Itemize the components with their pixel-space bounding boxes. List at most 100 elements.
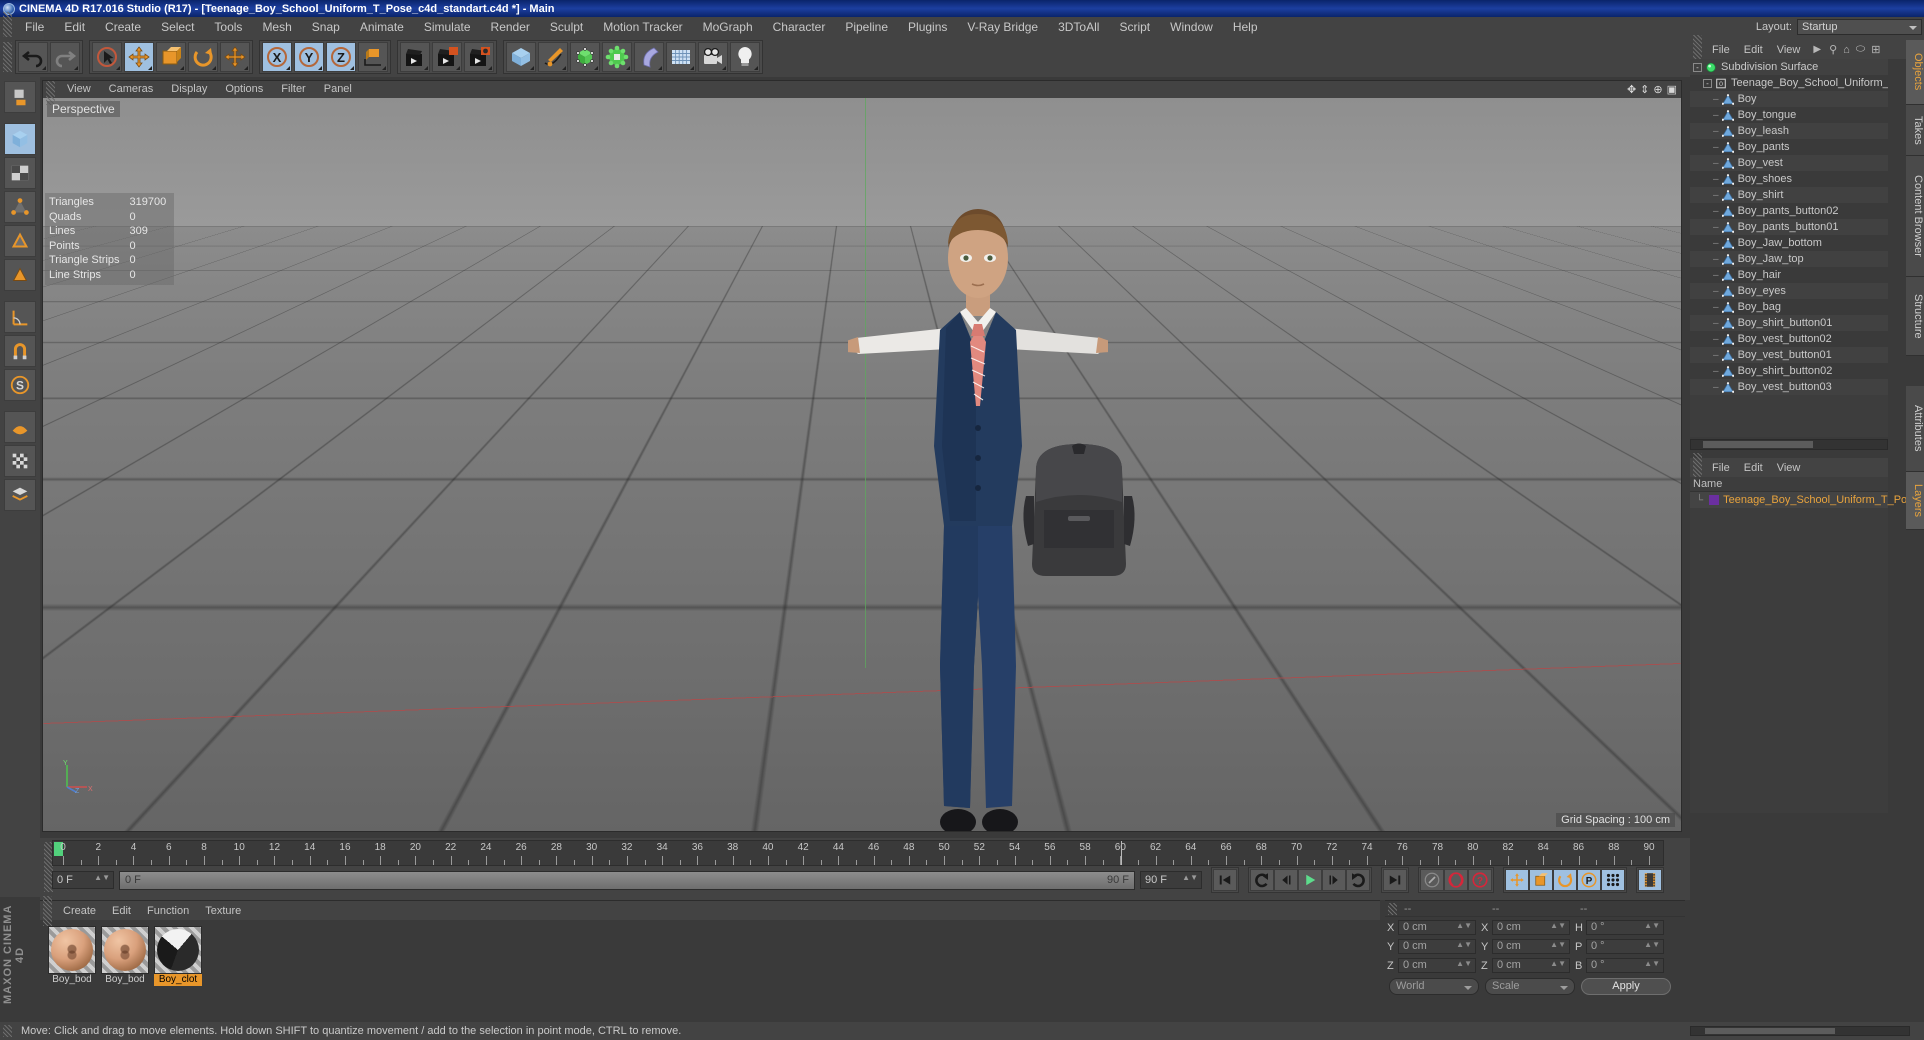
layer-manager-menu-view[interactable]: View bbox=[1770, 462, 1808, 474]
layer-row[interactable]: └ Teenage_Boy_School_Uniform_T_Po bbox=[1690, 492, 1907, 508]
object-row[interactable]: – Boy_shirt_button02 bbox=[1690, 363, 1888, 379]
menu-item-create[interactable]: Create bbox=[95, 17, 151, 37]
menu-item-plugins[interactable]: Plugins bbox=[898, 17, 957, 37]
viewport-menu-display[interactable]: Display bbox=[162, 81, 216, 98]
polygon-object-icon[interactable] bbox=[1721, 125, 1734, 137]
layer-list-empty-area[interactable] bbox=[1690, 508, 1888, 813]
layer-color-swatch[interactable] bbox=[1709, 495, 1720, 505]
render-settings-button[interactable] bbox=[464, 42, 494, 72]
stepper-icon[interactable]: ▲▼ bbox=[1550, 960, 1566, 968]
menu-item-mesh[interactable]: Mesh bbox=[252, 17, 301, 37]
dropdown-corner-icon[interactable] bbox=[562, 66, 566, 70]
live-selection-button[interactable] bbox=[92, 42, 122, 72]
add-layer-icon[interactable]: ⊞ bbox=[1865, 43, 1880, 56]
material-preview[interactable] bbox=[154, 926, 202, 974]
ellipse-icon[interactable]: ⬭ bbox=[1850, 43, 1865, 56]
home-icon[interactable]: ⌂ bbox=[1837, 44, 1850, 56]
size-field[interactable]: 0 cm ▲▼ bbox=[1492, 958, 1570, 973]
world-object-coordinates-button[interactable] bbox=[358, 42, 388, 72]
add-floor-button[interactable] bbox=[666, 42, 696, 72]
menu-item-window[interactable]: Window bbox=[1160, 17, 1223, 37]
zoom-panel-icon[interactable]: ⊕ bbox=[1653, 83, 1662, 96]
go-to-end-button[interactable] bbox=[1383, 869, 1407, 891]
step-back-button[interactable] bbox=[1274, 869, 1298, 891]
apply-button[interactable]: Apply bbox=[1581, 978, 1671, 995]
object-row[interactable]: – Boy_hair bbox=[1690, 267, 1888, 283]
dropdown-corner-icon[interactable] bbox=[180, 66, 184, 70]
object-row[interactable]: – Boy bbox=[1690, 91, 1888, 107]
dropdown-corner-icon[interactable] bbox=[116, 66, 120, 70]
size-field[interactable]: 0 cm ▲▼ bbox=[1492, 920, 1570, 935]
material-label[interactable]: Boy_clot bbox=[154, 974, 202, 986]
object-row[interactable]: – Boy_Jaw_top bbox=[1690, 251, 1888, 267]
viewport-menu-filter[interactable]: Filter bbox=[272, 81, 314, 98]
add-deformer-button[interactable] bbox=[602, 42, 632, 72]
stepper-icon[interactable]: ▲▼ bbox=[1456, 922, 1472, 930]
polygon-object-icon[interactable] bbox=[1721, 365, 1734, 377]
coordinate-system-select[interactable]: World bbox=[1389, 978, 1479, 995]
null-object-icon[interactable]: 0 bbox=[1715, 78, 1727, 89]
dropdown-corner-icon[interactable] bbox=[488, 66, 492, 70]
menu-item-help[interactable]: Help bbox=[1223, 17, 1268, 37]
object-manager-menu-edit[interactable]: Edit bbox=[1737, 44, 1770, 56]
add-generator-button[interactable] bbox=[570, 42, 600, 72]
dropdown-corner-icon[interactable] bbox=[754, 66, 758, 70]
right-tab-objects[interactable]: Objects bbox=[1906, 40, 1924, 105]
position-field[interactable]: 0 cm ▲▼ bbox=[1398, 958, 1476, 973]
keyframe-selection-button[interactable]: ? bbox=[1468, 869, 1492, 891]
expand-collapse-icon[interactable]: - bbox=[1703, 78, 1712, 88]
material-label[interactable]: Boy_bod bbox=[48, 974, 96, 986]
maximize-panel-icon[interactable]: ▣ bbox=[1667, 83, 1677, 96]
polygon-object-icon[interactable] bbox=[1721, 141, 1734, 153]
dropdown-corner-icon[interactable] bbox=[658, 66, 662, 70]
polygons-mode-button[interactable] bbox=[4, 259, 36, 291]
play-button[interactable] bbox=[1298, 869, 1322, 891]
go-to-start-button[interactable] bbox=[1213, 869, 1237, 891]
material-manager-grip[interactable] bbox=[43, 895, 52, 926]
dropdown-corner-icon[interactable] bbox=[74, 66, 78, 70]
material-preview[interactable] bbox=[101, 926, 149, 974]
stepper-icon[interactable]: ▲▼ bbox=[1456, 960, 1472, 968]
material-menu-create[interactable]: Create bbox=[55, 905, 104, 917]
dropdown-corner-icon[interactable] bbox=[626, 66, 630, 70]
snap-button[interactable]: S bbox=[4, 369, 36, 401]
play-arrow-icon[interactable]: ▶ bbox=[1807, 44, 1821, 55]
lock-z-button[interactable]: Z bbox=[326, 42, 356, 72]
render-region-button[interactable] bbox=[432, 42, 462, 72]
scale-tool-button[interactable] bbox=[156, 42, 186, 72]
material-menu-function[interactable]: Function bbox=[139, 905, 197, 917]
subdivision-surface-icon[interactable] bbox=[1705, 62, 1717, 73]
object-row[interactable]: – Boy_shirt_button01 bbox=[1690, 315, 1888, 331]
rotation-field[interactable]: 0 ° ▲▼ bbox=[1586, 958, 1664, 973]
position-field[interactable]: 0 cm ▲▼ bbox=[1398, 920, 1476, 935]
stepper-icon[interactable]: ▲▼ bbox=[1644, 922, 1660, 930]
search-icon[interactable]: ⚲ bbox=[1821, 43, 1837, 56]
object-row[interactable]: – Boy_vest_button01 bbox=[1690, 347, 1888, 363]
menu-item-tools[interactable]: Tools bbox=[204, 17, 252, 37]
polygon-object-icon[interactable] bbox=[1721, 237, 1734, 249]
viewport-panel-icons[interactable]: ✥ ⇕ ⊕ ▣ bbox=[1627, 83, 1677, 96]
menu-item-snap[interactable]: Snap bbox=[302, 17, 350, 37]
object-manager-menu-file[interactable]: File bbox=[1705, 44, 1737, 56]
material-menu-edit[interactable]: Edit bbox=[104, 905, 139, 917]
lock-x-button[interactable]: X bbox=[262, 42, 292, 72]
menu-item-3dtoall[interactable]: 3DToAll bbox=[1048, 17, 1109, 37]
model-mode-button[interactable] bbox=[4, 123, 36, 155]
redo-button[interactable] bbox=[50, 42, 80, 72]
scrollbar-thumb[interactable] bbox=[1705, 1028, 1835, 1034]
right-tab-layers[interactable]: Layers bbox=[1906, 472, 1924, 530]
polygon-object-icon[interactable] bbox=[1721, 221, 1734, 233]
timeline-button[interactable] bbox=[1638, 869, 1662, 891]
document-end-field[interactable]: 90 F ▲▼ bbox=[1140, 871, 1202, 889]
polygon-object-icon[interactable] bbox=[1721, 269, 1734, 281]
stepper-icon[interactable]: ▲▼ bbox=[94, 874, 110, 882]
position-field[interactable]: 0 cm ▲▼ bbox=[1398, 939, 1476, 954]
status-bar-grip[interactable] bbox=[3, 1025, 12, 1037]
dropdown-corner-icon[interactable] bbox=[722, 66, 726, 70]
layer-manager-menu-edit[interactable]: Edit bbox=[1737, 462, 1770, 474]
menu-item-edit[interactable]: Edit bbox=[54, 17, 95, 37]
menu-item-select[interactable]: Select bbox=[151, 17, 204, 37]
rotation-field[interactable]: 0 ° ▲▼ bbox=[1586, 920, 1664, 935]
polygon-object-icon[interactable] bbox=[1721, 333, 1734, 345]
preview-range-scrubber[interactable]: 0 F 90 F bbox=[119, 870, 1135, 890]
